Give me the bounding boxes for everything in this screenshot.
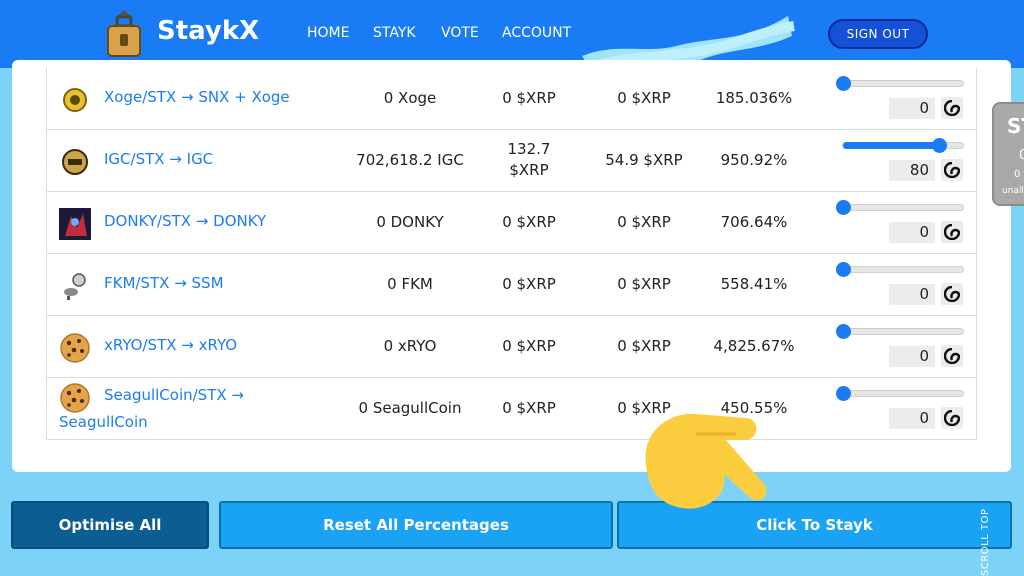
apy-value: 185.036% <box>715 89 793 107</box>
scroll-top-link[interactable]: SCROLL TOP <box>980 509 991 576</box>
percent-input[interactable]: 0 <box>889 98 935 119</box>
optimise-pool-button[interactable] <box>941 407 963 429</box>
optimise-pool-button[interactable] <box>941 221 963 243</box>
optimise-all-button[interactable]: Optimise All <box>11 501 209 549</box>
optimise-pool-button[interactable] <box>941 283 963 305</box>
top-navbar: StaykX HOME STAYK VOTE ACCOUNT SIGN OUT <box>0 0 1024 68</box>
table-row: IGC/STX → IGC 702,618.2 IGC 132.7 $XRP 5… <box>47 130 976 192</box>
pending-value: 54.9 $XRP <box>605 151 683 169</box>
side-stats-widget[interactable]: ST 0 0 unall <box>992 102 1024 206</box>
pending-value: 0 $XRP <box>617 213 671 231</box>
slider-knob[interactable] <box>932 138 947 153</box>
pool-pair-link[interactable]: Xoge/STX → SNX + Xoge <box>104 88 290 106</box>
staked-amount: 702,618.2 IGC <box>356 151 464 169</box>
optimise-pool-button[interactable] <box>941 97 963 119</box>
optimise-pool-button[interactable] <box>941 345 963 367</box>
slider-knob[interactable] <box>836 76 851 91</box>
pool-pair-link[interactable]: SeagullCoin/STX → <box>104 386 244 404</box>
staked-amount: 0 xRYO <box>383 337 437 355</box>
pending-value: 0 $XRP <box>617 89 671 107</box>
rewards-value-line1: 132.7 <box>507 140 551 158</box>
percent-input[interactable]: 0 <box>889 222 935 243</box>
pool-pair-link[interactable]: FKM/STX → SSM <box>104 274 224 292</box>
table-row: xRYO/STX → xRYO 0 xRYO 0 $XRP 0 $XRP 4,8… <box>47 316 976 378</box>
apy-value: 950.92% <box>720 151 788 169</box>
rewards-value: 0 $XRP <box>502 89 556 107</box>
brand-name[interactable]: StaykX <box>157 16 259 46</box>
swirl-icon <box>944 224 960 240</box>
swirl-icon <box>944 410 960 426</box>
pending-value: 0 $XRP <box>617 337 671 355</box>
rewards-value-line2: $XRP <box>509 161 549 179</box>
xoge-token-icon <box>63 88 87 112</box>
apy-value: 558.41% <box>720 275 788 293</box>
staked-amount: 0 Xoge <box>383 89 437 107</box>
side-widget-subvalue: 0 <box>1014 169 1021 180</box>
side-widget-value: 0 <box>1019 148 1024 163</box>
pool-pair-link[interactable]: IGC/STX → IGC <box>104 150 213 168</box>
apy-value: 706.64% <box>720 213 788 231</box>
lock-logo-icon[interactable] <box>105 8 143 58</box>
fkm-token-icon <box>64 273 86 300</box>
cookie-icon <box>60 383 90 413</box>
igc-token-icon <box>62 149 88 175</box>
rewards-value: 0 $XRP <box>502 337 556 355</box>
slider-knob[interactable] <box>836 262 851 277</box>
nav-stayk[interactable]: STAYK <box>373 25 416 41</box>
rewards-value: 0 $XRP <box>502 275 556 293</box>
nav-account[interactable]: ACCOUNT <box>502 25 571 41</box>
optimise-pool-button[interactable] <box>941 159 963 181</box>
nav-home[interactable]: HOME <box>307 25 349 41</box>
percent-slider[interactable] <box>836 324 964 339</box>
slider-knob[interactable] <box>836 200 851 215</box>
percent-input[interactable]: 0 <box>889 408 935 429</box>
percent-input[interactable]: 0 <box>889 284 935 305</box>
swirl-icon <box>944 162 960 178</box>
table-row: FKM/STX → SSM 0 FKM 0 $XRP 0 $XRP 558.41… <box>47 254 976 316</box>
pending-value: 0 $XRP <box>617 275 671 293</box>
nav-vote[interactable]: VOTE <box>441 25 479 41</box>
pool-pair-link[interactable]: xRYO/STX → xRYO <box>104 336 237 354</box>
percent-slider[interactable] <box>842 138 964 153</box>
percent-input[interactable]: 80 <box>889 160 935 181</box>
percent-slider[interactable] <box>836 262 964 277</box>
swirl-icon <box>944 348 960 364</box>
staked-amount: 0 FKM <box>387 275 433 293</box>
cookie-icon <box>60 333 90 363</box>
staked-amount: 0 SeagullCoin <box>358 399 462 417</box>
pointing-hand-icon <box>645 413 767 509</box>
percent-input[interactable]: 0 <box>889 346 935 367</box>
slider-knob[interactable] <box>836 386 851 401</box>
rewards-value: 0 $XRP <box>502 399 556 417</box>
donky-token-icon <box>59 208 91 240</box>
staked-amount: 0 DONKY <box>376 213 444 231</box>
swirl-icon <box>944 100 960 116</box>
apy-value: 4,825.67% <box>713 337 795 355</box>
table-row: Xoge/STX → SNX + Xoge 0 Xoge 0 $XRP 0 $X… <box>47 68 976 130</box>
rewards-value: 0 $XRP <box>502 213 556 231</box>
sign-out-button[interactable]: SIGN OUT <box>828 19 928 49</box>
side-widget-label: unall <box>1002 186 1024 196</box>
percent-slider[interactable] <box>836 76 964 91</box>
slider-knob[interactable] <box>836 324 851 339</box>
table-row: SeagullCoin/STX → SeagullCoin 0 SeagullC… <box>47 378 976 440</box>
pool-pair-link-line2[interactable]: SeagullCoin <box>59 413 148 431</box>
table-row: DONKY/STX → DONKY 0 DONKY 0 $XRP 0 $XRP … <box>47 192 976 254</box>
swirl-icon <box>944 286 960 302</box>
side-widget-title: ST <box>1007 114 1024 138</box>
pools-table: Xoge/STX → SNX + Xoge 0 Xoge 0 $XRP 0 $X… <box>46 68 977 440</box>
percent-slider[interactable] <box>836 386 964 401</box>
pool-pair-link[interactable]: DONKY/STX → DONKY <box>104 212 266 230</box>
percent-slider[interactable] <box>836 200 964 215</box>
reset-all-percentages-button[interactable]: Reset All Percentages <box>219 501 613 549</box>
